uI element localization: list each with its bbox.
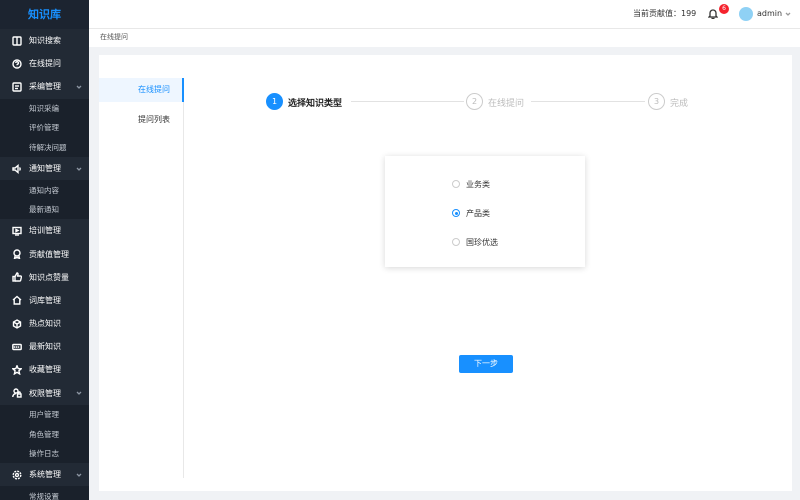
chevron-down-icon xyxy=(76,389,82,396)
sidebar-item-label: 权限管理 xyxy=(29,388,61,398)
user-lock-icon xyxy=(11,388,22,399)
sidebar-item-label: 收藏管理 xyxy=(29,365,61,375)
avatar[interactable] xyxy=(739,7,753,21)
sidebar-item-permissions[interactable]: 权限管理 xyxy=(0,382,89,405)
main-panel: 在线提问 提问列表 1 选择知识类型 2 在线提问 3 完成 业务类 产品类 国… xyxy=(99,55,792,491)
steps: 1 选择知识类型 2 在线提问 3 完成 xyxy=(266,93,696,111)
sidebar-item-hot-knowledge[interactable]: 热点知识 xyxy=(0,312,89,335)
sidebar-item-label: 通知管理 xyxy=(29,164,61,174)
contribution-label: 当前贡献值： xyxy=(633,9,681,18)
sidebar-subitem-operation-log[interactable]: 操作日志 xyxy=(0,444,89,464)
chevron-down-icon xyxy=(76,165,82,171)
thumb-up-icon xyxy=(11,272,22,283)
new-icon xyxy=(11,341,22,352)
sidebar-item-label: 系统管理 xyxy=(29,470,61,480)
sidebar-item-label: 在线提问 xyxy=(29,59,61,69)
submenu-permissions: 用户管理 角色管理 操作日志 xyxy=(0,404,89,464)
sidebar-item-label: 词库管理 xyxy=(29,295,61,305)
step-2-number: 2 xyxy=(466,93,483,110)
sidebar-item-training[interactable]: 培训管理 xyxy=(0,219,89,242)
chevron-down-icon xyxy=(76,471,82,477)
step-1-label: 选择知识类型 xyxy=(288,99,343,109)
hot-icon xyxy=(11,318,22,329)
contribution-value: 199 xyxy=(681,9,697,18)
chevron-down-icon xyxy=(76,83,82,89)
sidebar-menu: 知识搜索 在线提问 采编管理 知识采编 评价管理 待解决问题 通知管理 通知内容 xyxy=(0,29,89,500)
username[interactable]: admin xyxy=(757,9,782,18)
sidebar-item-likes[interactable]: 知识点赞量 xyxy=(0,266,89,289)
sidebar-item-label: 热点知识 xyxy=(29,319,61,329)
radio-button[interactable] xyxy=(452,180,460,188)
sidebar-item-latest-knowledge[interactable]: 最新知识 xyxy=(0,335,89,358)
sidebar-item-label: 采编管理 xyxy=(29,82,61,92)
sidebar-item-label: 贡献值管理 xyxy=(29,249,69,259)
radio-button[interactable] xyxy=(452,209,460,217)
speaker-icon xyxy=(11,163,22,174)
top-header: 当前贡献值：199 6 admin xyxy=(89,0,800,29)
sidebar-item-lexicon[interactable]: 词库管理 xyxy=(0,289,89,312)
sidebar-item-contribution[interactable]: 贡献值管理 xyxy=(0,242,89,265)
sidebar-subitem-evaluation[interactable]: 评价管理 xyxy=(0,118,89,138)
sidebar-item-knowledge-search[interactable]: 知识搜索 xyxy=(0,29,89,52)
sidebar-item-label: 最新知识 xyxy=(29,342,61,352)
sidebar-item-editing[interactable]: 采编管理 xyxy=(0,75,89,98)
step-1-number: 1 xyxy=(266,93,283,110)
sidebar: 知识库 知识搜索 在线提问 采编管理 知识采编 评价管理 待解决问题 通知管理 xyxy=(0,0,89,500)
left-nav-item-question-list[interactable]: 提问列表 xyxy=(99,108,183,132)
contribution-display: 当前贡献值：199 xyxy=(633,8,696,19)
edit-doc-icon xyxy=(11,81,22,92)
book-icon xyxy=(11,35,22,46)
sidebar-subitem-general-settings[interactable]: 常规设置 xyxy=(0,486,89,500)
breadcrumb: 在线提问 xyxy=(89,29,800,47)
sidebar-subitem-roles[interactable]: 角色管理 xyxy=(0,424,89,444)
sidebar-subitem-users[interactable]: 用户管理 xyxy=(0,405,89,425)
radio-option-business[interactable]: 业务类 xyxy=(452,178,490,190)
chevron-down-icon[interactable] xyxy=(785,10,791,16)
sidebar-subitem-notice-content[interactable]: 通知内容 xyxy=(0,180,89,200)
radio-label: 产品类 xyxy=(466,208,490,218)
sidebar-item-system[interactable]: 系统管理 xyxy=(0,463,89,486)
radio-option-product[interactable]: 产品类 xyxy=(452,207,490,219)
radio-label: 国珍优选 xyxy=(466,237,498,247)
submenu-system: 常规设置 xyxy=(0,486,89,500)
star-icon xyxy=(11,364,22,375)
submenu-editing: 知识采编 评价管理 待解决问题 xyxy=(0,98,89,158)
sidebar-item-label: 知识搜索 xyxy=(29,36,61,46)
step-connector xyxy=(351,101,464,102)
home-icon xyxy=(11,295,22,306)
radio-option-guozhen[interactable]: 国珍优选 xyxy=(452,236,498,248)
sidebar-item-label: 知识点赞量 xyxy=(29,272,69,282)
sidebar-subitem-latest-notice[interactable]: 最新通知 xyxy=(0,200,89,220)
left-nav-item-online-ask[interactable]: 在线提问 xyxy=(99,78,184,102)
app-logo: 知识库 xyxy=(0,0,89,29)
gear-icon xyxy=(11,469,22,480)
left-nav: 在线提问 提问列表 xyxy=(99,78,184,478)
knowledge-type-card: 业务类 产品类 国珍优选 xyxy=(385,156,585,267)
step-3-label: 完成 xyxy=(670,99,689,109)
sidebar-subitem-pending-issues[interactable]: 待解决问题 xyxy=(0,138,89,158)
sidebar-item-online-ask[interactable]: 在线提问 xyxy=(0,52,89,75)
notification-badge: 6 xyxy=(719,4,729,14)
sidebar-subitem-knowledge-editing[interactable]: 知识采编 xyxy=(0,99,89,119)
sidebar-item-label: 培训管理 xyxy=(29,226,61,236)
step-2-label: 在线提问 xyxy=(488,99,525,109)
step-connector xyxy=(531,101,645,102)
sidebar-item-favorites[interactable]: 收藏管理 xyxy=(0,358,89,381)
step-3-number: 3 xyxy=(648,93,665,110)
training-icon xyxy=(11,225,22,236)
next-step-button[interactable]: 下一步 xyxy=(459,355,513,373)
submenu-notification: 通知内容 最新通知 xyxy=(0,180,89,220)
sidebar-item-notification[interactable]: 通知管理 xyxy=(0,157,89,180)
radio-label: 业务类 xyxy=(466,179,490,189)
award-icon xyxy=(11,249,22,260)
breadcrumb-current[interactable]: 在线提问 xyxy=(100,33,128,41)
question-icon xyxy=(11,58,22,69)
radio-button[interactable] xyxy=(452,238,460,246)
